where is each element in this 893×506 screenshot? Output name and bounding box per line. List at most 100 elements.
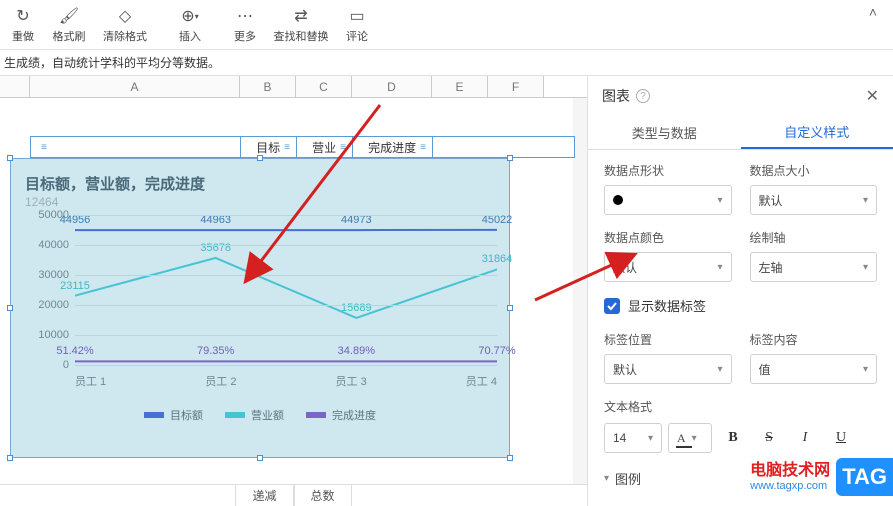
y-tick: 0 [25, 359, 69, 371]
redo-button[interactable]: ↻重做 [0, 4, 46, 46]
embedded-chart[interactable]: 目标额，营业额，完成进度 12464 010000200003000040000… [10, 158, 510, 458]
select-point-color[interactable]: 默认▾ [604, 252, 732, 282]
checkbox-show-data-labels[interactable] [604, 298, 620, 314]
label-axis: 绘制轴 [750, 229, 878, 246]
select-value: 默认 [613, 361, 637, 378]
collapse-ribbon-button[interactable]: ˄ [853, 4, 893, 20]
resize-handle[interactable] [257, 155, 263, 161]
clear-format-label: 清除格式 [103, 28, 147, 44]
chevron-down-icon: ▾ [863, 262, 868, 273]
col-C[interactable]: C [296, 76, 352, 97]
sheet-tab-total[interactable]: 总数 [294, 485, 352, 506]
close-panel-button[interactable]: ✕ [866, 86, 879, 106]
filter-icon[interactable]: ≡ [340, 142, 346, 153]
col-A[interactable]: A [30, 76, 240, 97]
strikethrough-button[interactable]: S [754, 423, 784, 453]
table-header-progress[interactable]: 完成进度≡ [353, 137, 433, 157]
y-tick: 10000 [25, 329, 69, 341]
select-label-pos[interactable]: 默认▾ [604, 354, 732, 384]
resize-handle[interactable] [7, 455, 13, 461]
table-header-extra[interactable] [433, 137, 574, 157]
filter-icon[interactable]: ≡ [284, 142, 290, 153]
color-bar [676, 446, 692, 448]
filter-icon[interactable]: ≡ [41, 142, 47, 153]
find-replace-label: 查找和替换 [274, 28, 329, 44]
eraser-icon: ◇ [119, 6, 131, 26]
select-all-corner[interactable] [0, 76, 30, 97]
label-point-shape: 数据点形状 [604, 162, 732, 179]
legend-label: 目标额 [170, 407, 203, 423]
tab-type-data[interactable]: 类型与数据 [588, 116, 741, 149]
format-painter-button[interactable]: 🖌 格式刷 [46, 4, 92, 46]
select-point-size[interactable]: 默认▾ [750, 185, 878, 215]
vertical-scrollbar[interactable] [573, 98, 587, 484]
more-label: 更多 [234, 28, 256, 44]
underline-button[interactable]: U [826, 423, 856, 453]
chart-subtitle[interactable]: 12464 [25, 195, 58, 209]
help-icon[interactable]: ? [636, 89, 650, 103]
comments-label: 评论 [346, 28, 368, 44]
resize-handle[interactable] [7, 155, 13, 161]
chevron-down-icon: ▾ [863, 195, 868, 206]
x-tick: 员工 3 [336, 373, 367, 389]
resize-handle[interactable] [7, 305, 13, 311]
col-D[interactable]: D [352, 76, 432, 97]
select-value: 默认 [613, 259, 637, 276]
legend-swatch [144, 412, 164, 418]
select-value: 左轴 [759, 259, 783, 276]
gridline [75, 365, 497, 366]
col-E[interactable]: E [432, 76, 488, 97]
chevron-down-icon: ▾ [692, 433, 697, 444]
resize-handle[interactable] [507, 455, 513, 461]
table-header-revenue[interactable]: 营业≡ [297, 137, 353, 157]
label-point-color: 数据点颜色 [604, 229, 732, 246]
label-show-data-labels: 显示数据标签 [628, 296, 706, 315]
label-label-pos: 标签位置 [604, 331, 732, 348]
resize-handle[interactable] [507, 155, 513, 161]
resize-handle[interactable] [507, 305, 513, 311]
bold-button[interactable]: B [718, 423, 748, 453]
watermark: 电脑技术网 www.tagxp.com TAG [750, 458, 893, 496]
clear-format-button[interactable]: ◇ 清除格式 [92, 4, 158, 46]
chart-lines [75, 215, 497, 365]
spreadsheet-area[interactable]: A B C D E F ≡ 目标≡ 营业≡ 完成进度≡ 目标额，营业额，完成进度… [0, 76, 587, 506]
table-header-target[interactable]: 目标≡ [241, 137, 297, 157]
label-text-format: 文本格式 [604, 398, 877, 415]
legend-item[interactable]: 目标额 [144, 407, 203, 423]
filter-icon[interactable]: ≡ [420, 142, 426, 153]
col-B[interactable]: B [240, 76, 296, 97]
comments-button[interactable]: ▭评论 [334, 4, 380, 46]
x-axis: 员工 1员工 2员工 3员工 4 [75, 373, 497, 389]
format-painter-label: 格式刷 [53, 28, 86, 44]
section-legend-label: 图例 [615, 469, 641, 488]
select-point-shape[interactable]: ▾ [604, 185, 732, 215]
find-icon: ⇄ [294, 6, 307, 26]
select-font-size[interactable]: 14▾ [604, 423, 662, 453]
legend-item[interactable]: 营业额 [225, 407, 284, 423]
redo-icon: ↻ [16, 6, 29, 26]
select-font-color[interactable]: A▾ [668, 423, 712, 453]
insert-button[interactable]: ⊕▾插入 [167, 4, 213, 46]
resize-handle[interactable] [257, 455, 263, 461]
table-header-blank[interactable]: ≡ [31, 137, 241, 157]
legend-item[interactable]: 完成进度 [306, 407, 376, 423]
watermark-tag: TAG [836, 458, 893, 496]
font-size-value: 14 [613, 431, 626, 445]
more-button[interactable]: ⋯更多 [222, 4, 268, 46]
tab-custom-style[interactable]: 自定义样式 [741, 116, 893, 149]
brush-icon: 🖌 [59, 6, 79, 26]
dot-icon [613, 195, 623, 205]
italic-button[interactable]: I [790, 423, 820, 453]
chart-title[interactable]: 目标额，营业额，完成进度 [25, 173, 205, 194]
select-label-content[interactable]: 值▾ [750, 354, 878, 384]
find-replace-button[interactable]: ⇄ 查找和替换 [268, 4, 334, 46]
chevron-down-icon: ▾ [604, 473, 609, 484]
select-axis[interactable]: 左轴 ▾ [750, 252, 878, 282]
x-tick: 员工 4 [466, 373, 497, 389]
sheet-tab-desc[interactable]: 递减 [235, 485, 293, 506]
label-label-content: 标签内容 [750, 331, 878, 348]
col-F[interactable]: F [488, 76, 544, 97]
y-tick: 50000 [25, 209, 69, 221]
insert-label: 插入 [179, 28, 201, 44]
gridline [75, 335, 497, 336]
